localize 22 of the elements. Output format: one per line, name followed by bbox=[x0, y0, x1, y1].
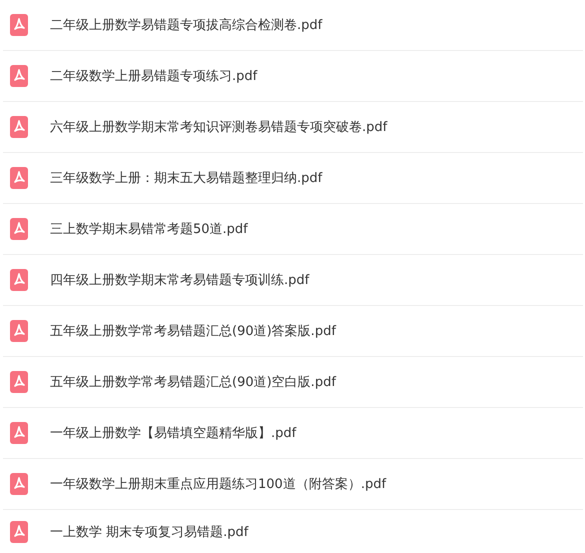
pdf-file-icon bbox=[10, 422, 28, 444]
pdf-file-icon bbox=[10, 65, 28, 87]
file-name[interactable]: 三年级数学上册：期末五大易错题整理归纳.pdf bbox=[50, 169, 322, 187]
pdf-file-icon bbox=[10, 14, 28, 36]
pdf-file-icon bbox=[10, 320, 28, 342]
pdf-file-icon bbox=[10, 167, 28, 189]
file-name[interactable]: 一年级上册数学【易错填空题精华版】.pdf bbox=[50, 424, 296, 442]
pdf-file-icon bbox=[10, 269, 28, 291]
file-name[interactable]: 四年级上册数学期末常考易错题专项训练.pdf bbox=[50, 271, 310, 289]
file-name[interactable]: 一年级数学上册期末重点应用题练习100道（附答案）.pdf bbox=[50, 475, 386, 493]
file-name[interactable]: 一上数学 期末专项复习易错题.pdf bbox=[50, 522, 248, 540]
file-name[interactable]: 五年级上册数学常考易错题汇总(90道)空白版.pdf bbox=[50, 373, 336, 391]
file-name[interactable]: 二年级上册数学易错题专项拔高综合检测卷.pdf bbox=[50, 16, 322, 34]
pdf-file-icon bbox=[10, 218, 28, 240]
pdf-file-icon bbox=[10, 116, 28, 138]
pdf-file-icon bbox=[10, 520, 28, 542]
pdf-file-icon bbox=[10, 371, 28, 393]
file-name[interactable]: 二年级数学上册易错题专项练习.pdf bbox=[50, 67, 258, 85]
pdf-file-icon bbox=[10, 473, 28, 495]
file-name[interactable]: 五年级上册数学常考易错题汇总(90道)答案版.pdf bbox=[50, 322, 336, 340]
file-name[interactable]: 六年级上册数学期末常考知识评测卷易错题专项突破卷.pdf bbox=[50, 118, 388, 136]
file-name[interactable]: 三上数学期末易错常考题50道.pdf bbox=[50, 220, 248, 238]
